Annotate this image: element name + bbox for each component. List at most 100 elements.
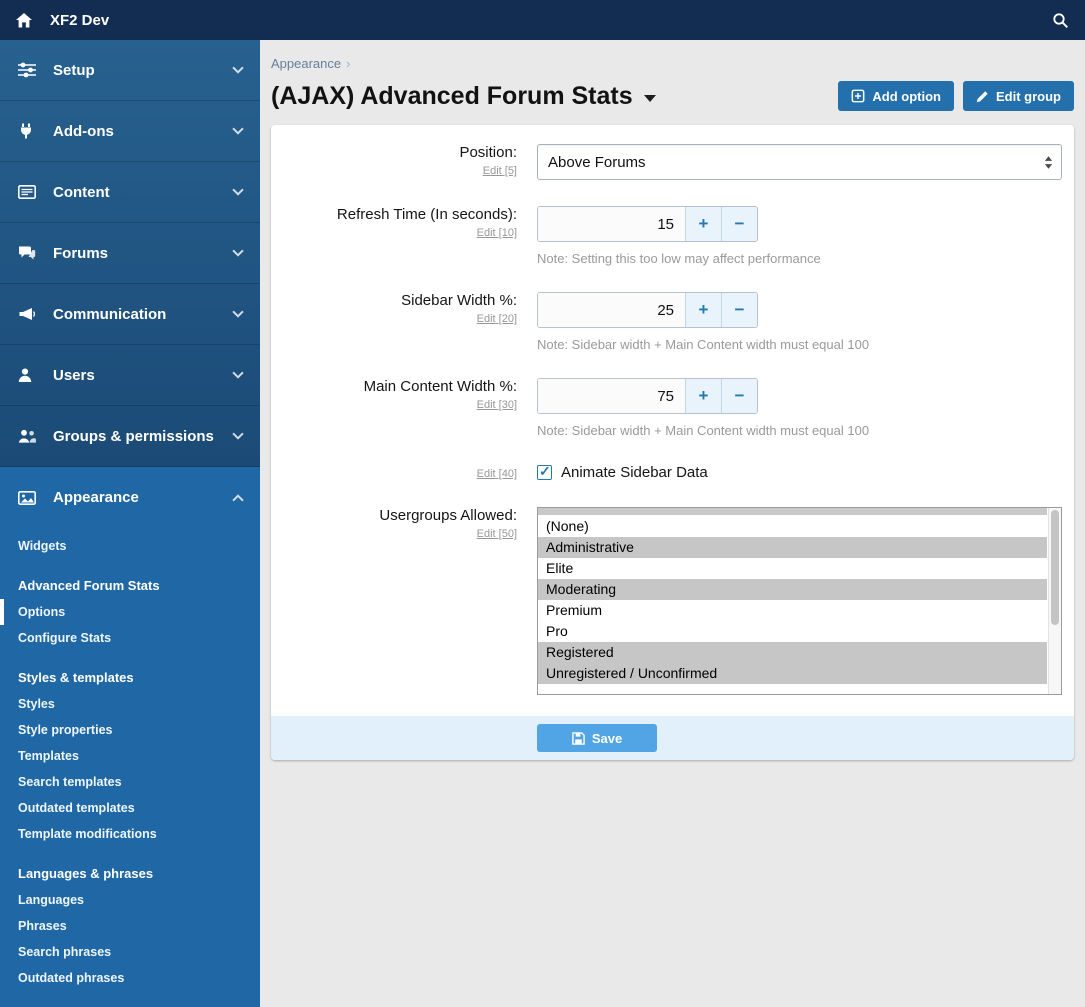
chevron-up-icon xyxy=(232,494,243,505)
save-button[interactable]: Save xyxy=(537,724,657,752)
usergroup-option-moderating[interactable]: Moderating xyxy=(538,579,1047,600)
sidebar-item-users[interactable]: Users xyxy=(0,345,260,406)
edit-group-label: Edit group xyxy=(996,89,1061,104)
edit-group-button[interactable]: Edit group xyxy=(963,81,1074,111)
usergroup-option-elite[interactable]: Elite xyxy=(538,558,1047,579)
form-footer: Save xyxy=(271,716,1074,760)
row-control-cell: (None) Administrative Elite Moderating P… xyxy=(537,507,1074,695)
sidebar-top-group: Setup Add-ons Content xyxy=(0,40,260,467)
animate-sidebar-edit-link[interactable]: Edit [40] xyxy=(271,468,517,480)
scrollbar-thumb[interactable] xyxy=(1051,510,1059,625)
refresh-time-edit-link[interactable]: Edit [10] xyxy=(271,227,517,239)
header-buttons: Add option Edit group xyxy=(838,81,1074,111)
multiselect-scrollbar[interactable] xyxy=(1048,508,1061,694)
position-select[interactable]: Above Forums xyxy=(537,144,1062,180)
submenu-item-phrases[interactable]: Phrases xyxy=(0,913,260,939)
sidebar-item-content[interactable]: Content xyxy=(0,162,260,223)
submenu-heading-styles-templates: Styles & templates xyxy=(0,664,260,691)
search-icon[interactable] xyxy=(1052,12,1069,29)
usergroups-edit-link[interactable]: Edit [50] xyxy=(271,528,517,540)
submenu-item-template-modifications[interactable]: Template modifications xyxy=(0,821,260,847)
save-label: Save xyxy=(592,731,622,746)
chevron-down-icon xyxy=(232,306,243,317)
options-panel: Position: Edit [5] Above Forums Refresh … xyxy=(271,125,1074,760)
usergroup-option-premium[interactable]: Premium xyxy=(538,600,1047,621)
breadcrumb: Appearance› xyxy=(271,56,1074,71)
sidebar-item-communication[interactable]: Communication xyxy=(0,284,260,345)
breadcrumb-appearance-link[interactable]: Appearance xyxy=(271,56,341,71)
usergroup-option-pro[interactable]: Pro xyxy=(538,621,1047,642)
submenu-item-configure-stats[interactable]: Configure Stats xyxy=(0,625,260,651)
chevron-down-icon xyxy=(232,62,243,73)
partially-scrolled-option xyxy=(538,508,1047,515)
usergroup-option-registered[interactable]: Registered xyxy=(538,642,1047,663)
main-content-width-edit-link[interactable]: Edit [30] xyxy=(271,399,517,411)
row-label-cell: Refresh Time (In seconds): Edit [10] xyxy=(271,206,537,266)
sidebar-item-label: Add-ons xyxy=(53,123,234,140)
submenu-item-style-properties[interactable]: Style properties xyxy=(0,717,260,743)
sidebar-item-label: Users xyxy=(53,367,234,384)
sidebar-width-label: Sidebar Width %: xyxy=(271,292,517,309)
usergroup-option-none[interactable]: (None) xyxy=(538,516,1047,537)
submenu-item-languages[interactable]: Languages xyxy=(0,887,260,913)
submenu-item-templates[interactable]: Templates xyxy=(0,743,260,769)
add-option-button[interactable]: Add option xyxy=(838,81,954,111)
topbar: XF2 Dev xyxy=(0,0,1085,40)
submenu-item-widgets[interactable]: Widgets xyxy=(0,533,260,559)
submenu-item-styles[interactable]: Styles xyxy=(0,691,260,717)
form-row-main-content-width: Main Content Width %: Edit [30] 75 + − N… xyxy=(271,365,1074,451)
sidebar-item-label: Forums xyxy=(53,245,234,262)
main-content-width-decrement-button[interactable]: − xyxy=(721,379,757,413)
users-icon xyxy=(18,429,40,443)
refresh-time-value[interactable]: 15 xyxy=(538,207,685,241)
sidebar-item-addons[interactable]: Add-ons xyxy=(0,101,260,162)
submenu-item-search-templates[interactable]: Search templates xyxy=(0,769,260,795)
submenu-item-search-phrases[interactable]: Search phrases xyxy=(0,939,260,965)
row-control-cell: 25 + − Note: Sidebar width + Main Conten… xyxy=(537,292,1074,352)
usergroup-option-administrative[interactable]: Administrative xyxy=(538,537,1047,558)
sidebar-item-groups-permissions[interactable]: Groups & permissions xyxy=(0,406,260,467)
row-label-cell: Main Content Width %: Edit [30] xyxy=(271,378,537,438)
sidebar-width-decrement-button[interactable]: − xyxy=(721,293,757,327)
row-control-cell: 75 + − Note: Sidebar width + Main Conten… xyxy=(537,378,1074,438)
sidebar-item-appearance[interactable]: Appearance xyxy=(0,467,260,528)
sidebar-width-value[interactable]: 25 xyxy=(538,293,685,327)
plus-square-icon xyxy=(851,89,865,103)
submenu-item-outdated-templates[interactable]: Outdated templates xyxy=(0,795,260,821)
usergroup-option-unregistered[interactable]: Unregistered / Unconfirmed xyxy=(538,663,1047,684)
sidebar-item-setup[interactable]: Setup xyxy=(0,40,260,101)
sidebar-width-increment-button[interactable]: + xyxy=(685,293,721,327)
home-icon[interactable] xyxy=(16,13,32,28)
refresh-time-increment-button[interactable]: + xyxy=(685,207,721,241)
chevron-down-icon xyxy=(232,367,243,378)
sidebar-width-edit-link[interactable]: Edit [20] xyxy=(271,313,517,325)
submenu-item-outdated-phrases[interactable]: Outdated phrases xyxy=(0,965,260,991)
row-label-cell: Position: Edit [5] xyxy=(271,144,537,180)
sliders-icon xyxy=(18,62,40,78)
row-control-cell: Animate Sidebar Data xyxy=(537,464,1074,481)
position-edit-link[interactable]: Edit [5] xyxy=(271,165,517,177)
app-title: XF2 Dev xyxy=(50,12,109,29)
submenu-heading-advanced-forum-stats: Advanced Forum Stats xyxy=(0,572,260,599)
comments-icon xyxy=(18,245,40,261)
main-content-width-value[interactable]: 75 xyxy=(538,379,685,413)
main-content-width-number-input: 75 + − xyxy=(537,378,758,414)
form-row-animate-sidebar: Edit [40] Animate Sidebar Data xyxy=(271,451,1074,494)
submenu-heading-languages-phrases: Languages & phrases xyxy=(0,860,260,887)
page-header: (AJAX) Advanced Forum Stats Add option E… xyxy=(271,81,1074,111)
refresh-time-decrement-button[interactable]: − xyxy=(721,207,757,241)
row-control-cell: 15 + − Note: Setting this too low may af… xyxy=(537,206,1074,266)
sidebar-item-label: Appearance xyxy=(53,489,234,506)
animate-sidebar-checkbox[interactable] xyxy=(537,465,552,480)
chevron-down-icon xyxy=(232,245,243,256)
sidebar-appearance-group: Appearance Widgets Advanced Forum Stats … xyxy=(0,467,260,1007)
sidebar-item-label: Communication xyxy=(53,306,234,323)
submenu-item-options[interactable]: Options xyxy=(0,599,260,625)
main-content-width-increment-button[interactable]: + xyxy=(685,379,721,413)
page-title-menu[interactable]: (AJAX) Advanced Forum Stats xyxy=(271,82,656,111)
main-content-width-note: Note: Sidebar width + Main Content width… xyxy=(537,423,1062,438)
form-row-position: Position: Edit [5] Above Forums xyxy=(271,131,1074,193)
sidebar-item-forums[interactable]: Forums xyxy=(0,223,260,284)
animate-sidebar-label: Animate Sidebar Data xyxy=(561,464,708,481)
title-caret-icon xyxy=(644,95,656,102)
